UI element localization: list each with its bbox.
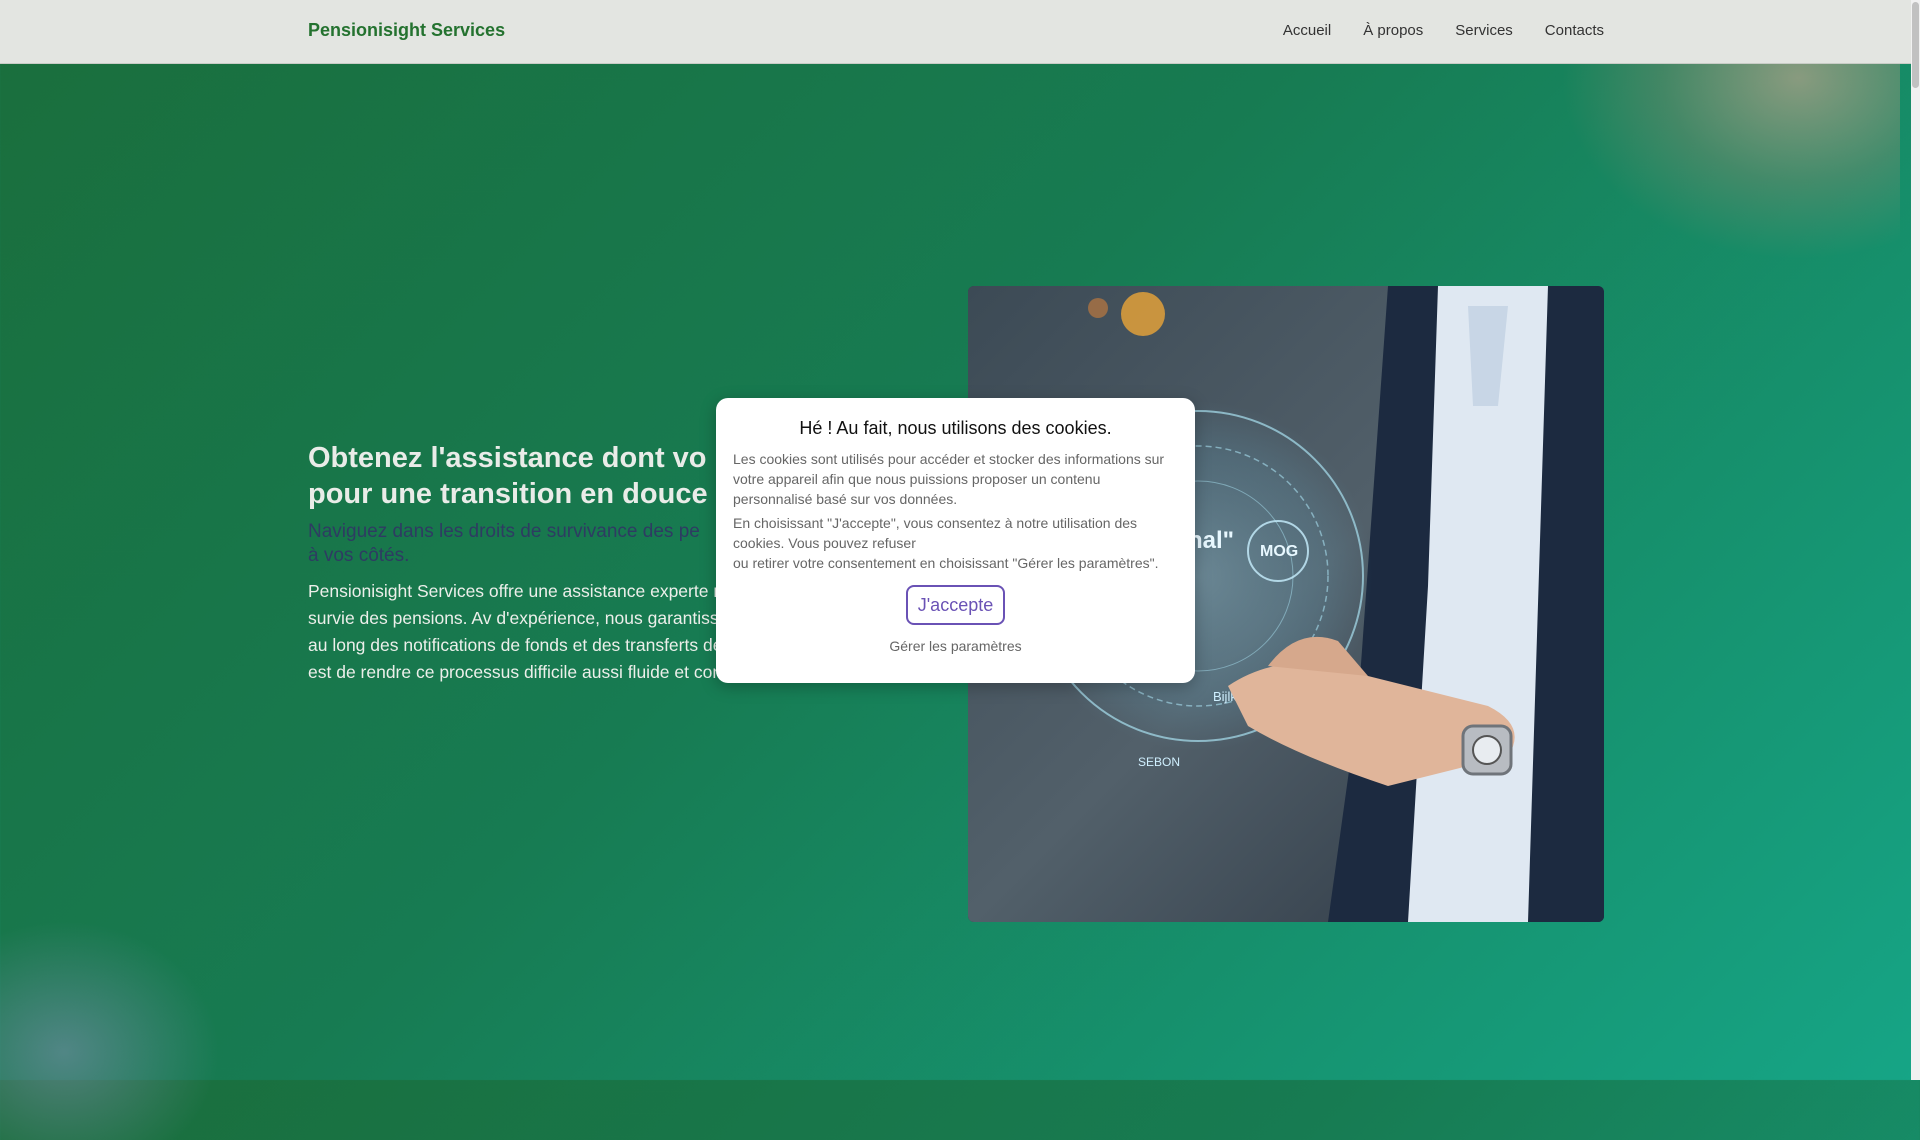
cookie-title: Hé ! Au fait, nous utilisons des cookies…: [799, 418, 1112, 438]
hero-title-line: pour une transition en douce: [308, 478, 708, 510]
navbar: Pensionisight Services Accueil À propos …: [0, 0, 1911, 64]
cookie-consent-dialog: Hé ! Au fait, nous utilisons des cookies…: [716, 398, 1195, 683]
hero-title-line: Obtenez l'assistance dont vo: [308, 442, 707, 474]
cookie-text: Les cookies sont utilisés pour accéder e…: [733, 451, 1165, 507]
hero-subtitle-line: Naviguez dans les droits de survivance d…: [308, 521, 700, 542]
hero-subtitle-line: à vos côtés.: [308, 545, 410, 566]
page-scrollbar[interactable]: [1911, 0, 1920, 1080]
cookie-consent-line: En choisissant "J'accepte", vous consent…: [733, 515, 1138, 551]
background-glow: [0, 920, 220, 1140]
manage-settings-link[interactable]: Gérer les paramètres: [733, 638, 1178, 654]
nav-link-accueil[interactable]: Accueil: [1283, 22, 1331, 39]
nav-links: Accueil À propos Services Contacts: [1283, 22, 1604, 39]
cookie-consent-text: En choisissant "J'accepte", vous consent…: [733, 513, 1178, 573]
nav-link-contacts[interactable]: Contacts: [1545, 22, 1604, 39]
hologram-label: MOG: [1260, 543, 1298, 560]
accept-cookies-button[interactable]: J'accepte: [905, 585, 1006, 625]
cookie-consent-line: ou retirer votre consentement en choisis…: [733, 555, 1159, 571]
nav-link-a-propos[interactable]: À propos: [1363, 22, 1423, 39]
site-brand[interactable]: Pensionisight Services: [308, 20, 505, 41]
hologram-label: SEBON: [1138, 755, 1180, 769]
nav-link-services[interactable]: Services: [1455, 22, 1513, 39]
scrollbar-thumb[interactable]: [1912, 2, 1919, 88]
